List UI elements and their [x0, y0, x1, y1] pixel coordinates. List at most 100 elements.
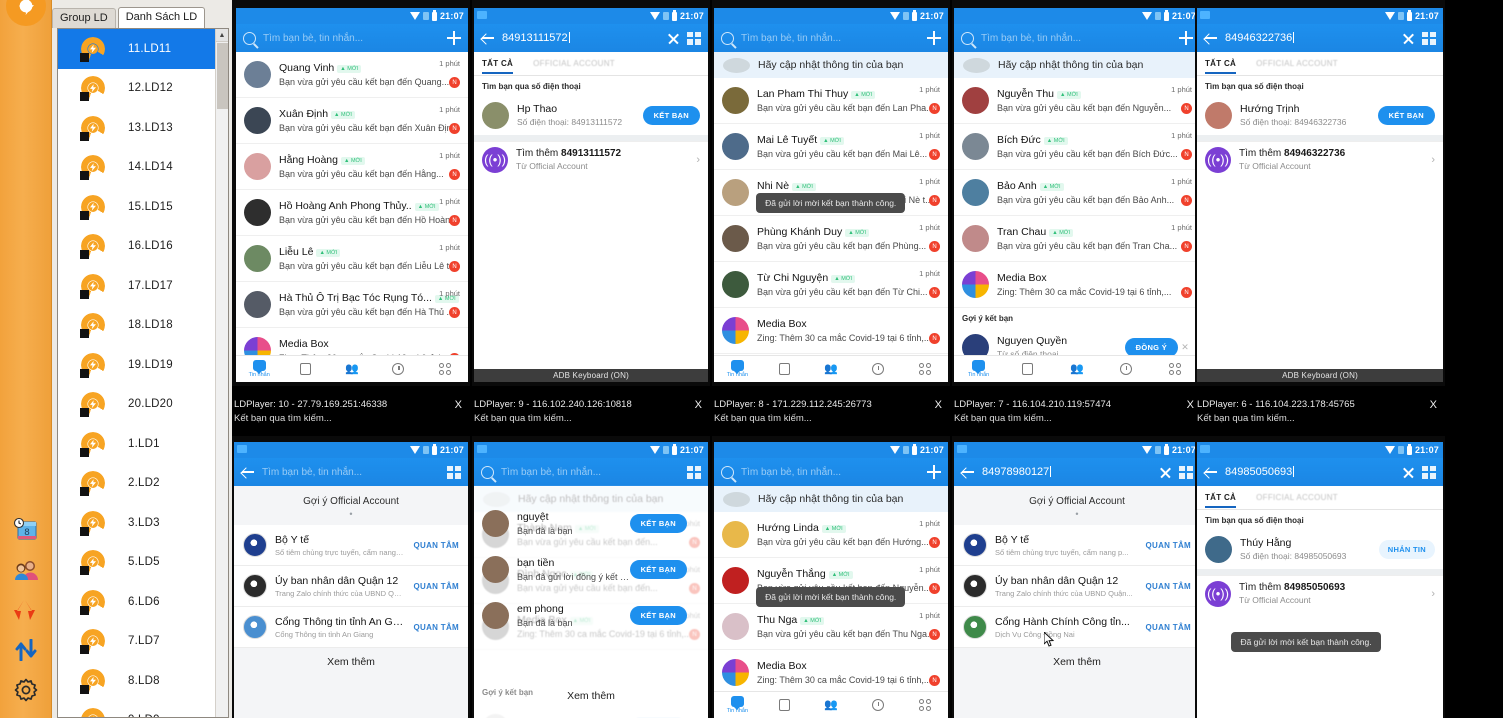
nav-item-2[interactable]: 👥 [808, 699, 855, 711]
instance-row[interactable]: 15.LD15 [58, 187, 215, 227]
nav-item-3[interactable] [854, 699, 901, 711]
emulator-instance-p2[interactable]: 21:07 84913111572 TẤT CẢ OFFICIAL ACCOUN… [472, 0, 710, 386]
instance-row[interactable]: 17.LD17 [58, 266, 215, 306]
conversation-row[interactable]: Media Box Zing: Thêm 30 ca mắc Covid-19 … [954, 262, 1200, 308]
instance-row[interactable]: 12.LD12 [58, 69, 215, 109]
nav-item-4[interactable] [901, 363, 948, 375]
instance-row[interactable]: 14.LD14 [58, 148, 215, 188]
conversation-row[interactable]: Media Box Zing: Thêm 30 ca mắc Covid-19 … [714, 308, 948, 354]
close-icon[interactable]: X [1187, 398, 1194, 412]
bottom-navigation[interactable]: Tin nhắn 👥 [954, 355, 1200, 382]
clear-icon[interactable] [667, 32, 680, 45]
android-screen[interactable]: 21:07 84985050693 TẤT CẢ OFFICIAL ACCOUN… [1197, 442, 1443, 718]
add-friend-button[interactable]: KẾT BẠN [1377, 105, 1435, 125]
instance-row[interactable]: 13.LD13 [58, 108, 215, 148]
tab-official-account[interactable]: OFFICIAL ACCOUNT [1256, 59, 1338, 68]
conversation-row[interactable]: Thu Nga ▲ MỚI Bạn vừa gửi yêu cầu kết bạn… [714, 604, 948, 650]
android-screen[interactable]: 21:07 Tìm bạn bè, tin nhắn... Hãy cập nh… [474, 442, 708, 718]
conversation-row[interactable]: Quang Vinh ▲ MỚI Bạn vừa gửi yêu cầu kết … [236, 52, 468, 98]
conversation-row[interactable]: Từ Chi Nguyện ▲ MỚI Bạn vừa gửi yêu cầu k… [714, 262, 948, 308]
conversation-row[interactable]: Mai Lê Tuyết ▲ MỚI Bạn vừa gửi yêu cầu kế… [714, 124, 948, 170]
tab-official-account[interactable]: OFFICIAL ACCOUNT [1256, 493, 1338, 502]
back-icon[interactable] [1204, 465, 1218, 479]
conversation-row[interactable]: Hồ Hoàng Anh Phong Thủy.. ▲ MỚI Bạn vừa g… [236, 190, 468, 236]
phone-search-input[interactable]: 84985050693 [1225, 466, 1395, 478]
see-more-button[interactable]: Xem thêm [954, 648, 1200, 676]
nav-item-3[interactable] [854, 363, 901, 375]
nav-item-1[interactable] [761, 363, 808, 375]
nav-item-2[interactable]: 👥 [329, 363, 375, 375]
qr-scan-icon[interactable] [447, 465, 461, 479]
bottom-navigation[interactable]: Tin nhắn 👥 [714, 355, 948, 382]
phone-search-result[interactable]: Hướng Trịnh Số điện thoại: 84946322736 K… [1197, 95, 1443, 135]
nav-item-0[interactable]: Tin nhắn [714, 360, 761, 378]
android-screen[interactable]: 21:07 84946322736 TẤT CẢ OFFICIAL ACCOUN… [1197, 8, 1443, 382]
official-account-card[interactable]: Bộ Y tế Sổ tiêm chủng trực tuyến, cẩm na… [234, 525, 468, 566]
zalo-search-bar[interactable]: Tìm bạn bè, tin nhắn... [474, 458, 708, 486]
update-info-banner[interactable]: Hãy cập nhật thông tin của bạn [714, 52, 948, 78]
qr-scan-icon[interactable] [687, 31, 701, 45]
add-friend-button[interactable]: KẾT BẠN [642, 105, 700, 125]
scrollbar-thumb[interactable] [217, 43, 228, 109]
search-result-tabs[interactable]: TẤT CẢ OFFICIAL ACCOUNT [1197, 486, 1443, 510]
qr-scan-icon[interactable] [1422, 31, 1436, 45]
zalo-query-bar[interactable]: 84913111572 [474, 24, 708, 52]
android-screen[interactable]: 21:07 Tìm bạn bè, tin nhắn... Hãy cập nh… [714, 442, 948, 718]
instance-list-scrollbar[interactable]: ▲ [215, 29, 228, 717]
official-account-card[interactable]: Bộ Y tế Sổ tiêm chủng trực tuyến, cẩm na… [954, 525, 1200, 566]
search-input[interactable]: Tìm bạn bè, tin nhắn... [741, 33, 920, 44]
emulator-instance-p6[interactable]: 21:07 Tìm bạn bè, tin nhắn... Gợi ý Offi… [232, 436, 470, 718]
zalo-query-bar[interactable]: 84978980127 [954, 458, 1200, 486]
zalo-search-bar[interactable]: Tìm bạn bè, tin nhắn... [954, 24, 1200, 52]
instance-tab-1[interactable]: Danh Sách LD [117, 7, 206, 28]
close-icon[interactable]: X [455, 398, 462, 412]
see-more-button[interactable]: Xem thêm [234, 648, 468, 676]
phone-search-input[interactable]: 84978980127 [982, 466, 1152, 478]
nav-item-0[interactable]: Tin nhắn [236, 360, 282, 378]
instance-row[interactable]: 3.LD3 [58, 503, 215, 543]
up-down-arrows-icon[interactable] [0, 630, 52, 670]
qr-scan-icon[interactable] [687, 465, 701, 479]
search-input[interactable]: Tìm bạn bè, tin nhắn... [981, 33, 1172, 44]
conversation-row[interactable]: Thành Nam ▲ MỚI Bạn vừa gửi yêu cầu kết b… [474, 512, 708, 558]
official-account-card[interactable]: Cổng Hành Chính Công tỉn... Dịch Vụ Công… [954, 607, 1200, 648]
conversation-row[interactable]: Hằng Hoàng ▲ MỚI Bạn vừa gửi yêu cầu kết … [236, 144, 468, 190]
follow-button[interactable]: QUAN TÂM [413, 623, 459, 632]
instance-row[interactable]: 16.LD16 [58, 227, 215, 267]
instance-row[interactable]: 11.LD11 [58, 29, 215, 69]
nav-item-0[interactable]: Tin nhắn [954, 360, 1003, 378]
emulator-instance-p7[interactable]: 21:07 Tìm bạn bè, tin nhắn... Hãy cập nh… [472, 436, 710, 718]
add-icon[interactable] [447, 31, 461, 45]
android-screen[interactable]: 21:07 84978980127 Gợi ý Official Account… [954, 442, 1200, 718]
android-screen[interactable]: 21:07 Tìm bạn bè, tin nhắn... Hãy cập nh… [954, 8, 1200, 382]
close-icon[interactable]: X [695, 398, 702, 412]
official-account-more-row[interactable]: ((•)) Tìm thêm 84913111572 Từ Official A… [474, 141, 708, 177]
conversation-row[interactable]: Hà Thủ Ô Trị Bạc Tóc Rụng Tó... ▲ MỚI Bạn… [236, 282, 468, 328]
android-screen[interactable]: 21:07 84913111572 TẤT CẢ OFFICIAL ACCOUN… [474, 8, 708, 382]
bottom-navigation[interactable]: Tin nhắn 👥 [236, 355, 468, 382]
phone-search-result[interactable]: Thúy Hằng Số điện thoại: 84985050693 NHẮ… [1197, 529, 1443, 569]
follow-button[interactable]: QUAN TÂM [1145, 541, 1191, 550]
nav-item-1[interactable] [282, 363, 328, 375]
android-screen[interactable]: 21:07 Tìm bạn bè, tin nhắn... Hãy cập nh… [714, 8, 948, 382]
tab-official-account[interactable]: OFFICIAL ACCOUNT [533, 59, 615, 68]
conversation-row[interactable]: Bích Đức ▲ MỚI Bạn vừa gửi yêu cầu kết bạ… [954, 124, 1200, 170]
emulator-instance-p9[interactable]: 21:07 84978980127 Gợi ý Official Account… [952, 436, 1202, 718]
instance-list[interactable]: 11.LD11 12.LD12 13.LD13 14.LD14 15.LD15 … [57, 28, 229, 718]
update-info-banner[interactable]: Hãy cập nhật thông tin của bạn [954, 52, 1200, 78]
clear-icon[interactable] [1402, 32, 1415, 45]
emulator-instance-p8[interactable]: 21:07 Tìm bạn bè, tin nhắn... Hãy cập nh… [712, 436, 950, 718]
official-account-more-row[interactable]: ((•)) Tìm thêm 84946322736 Từ Official A… [1197, 141, 1443, 177]
conversation-row[interactable]: Phùng Khánh Duy ▲ MỚI Bạn vừa gửi yêu cầu… [714, 216, 948, 262]
instance-row[interactable]: 1.LD1 [58, 424, 215, 464]
official-account-more-row[interactable]: ((•)) Tìm thêm 84985050693 Từ Official A… [1197, 575, 1443, 611]
sync-bolt-icon[interactable] [0, 590, 52, 630]
qr-scan-icon[interactable] [1179, 465, 1193, 479]
zalo-search-bar[interactable]: Tìm bạn bè, tin nhắn... [714, 24, 948, 52]
search-result-tabs[interactable]: TẤT CẢ OFFICIAL ACCOUNT [474, 52, 708, 76]
nav-item-1[interactable] [761, 699, 808, 711]
instance-row[interactable]: 18.LD18 [58, 306, 215, 346]
zalo-search-bar[interactable]: Tìm bạn bè, tin nhắn... [714, 458, 948, 486]
back-icon[interactable] [241, 465, 255, 479]
instance-tab-0[interactable]: Group LD [52, 8, 116, 28]
